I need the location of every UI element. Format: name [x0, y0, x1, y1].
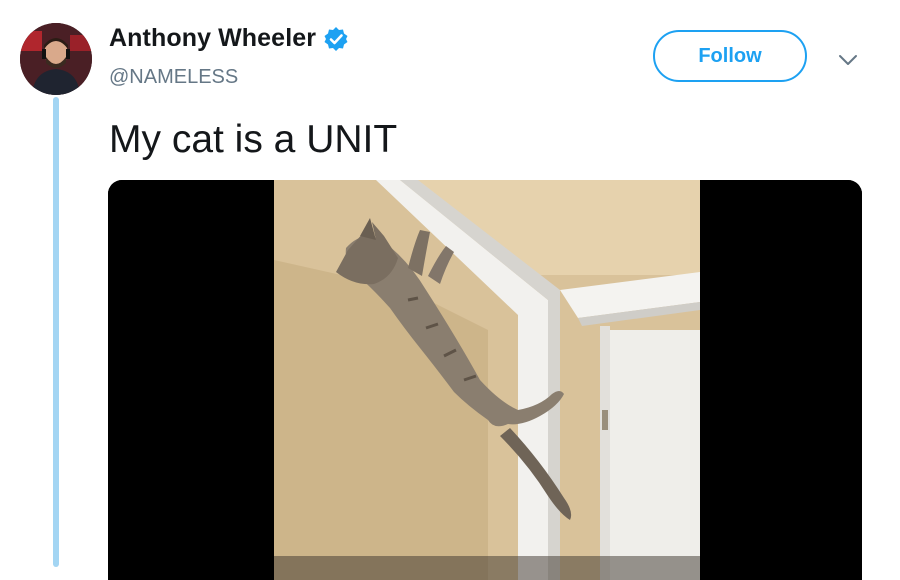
video-frame: [108, 180, 862, 580]
user-handle[interactable]: @NAMELESS: [109, 66, 238, 89]
video-player[interactable]: [108, 180, 862, 580]
thread-line: [53, 97, 59, 567]
display-name[interactable]: Anthony Wheeler: [109, 24, 316, 53]
tweet-text: My cat is a UNIT: [109, 118, 398, 161]
author-name-row[interactable]: Anthony Wheeler: [109, 24, 349, 53]
chevron-down-icon[interactable]: [836, 48, 860, 72]
avatar[interactable]: [20, 23, 92, 95]
verified-badge-icon: [323, 26, 349, 52]
follow-button[interactable]: Follow: [653, 30, 807, 82]
